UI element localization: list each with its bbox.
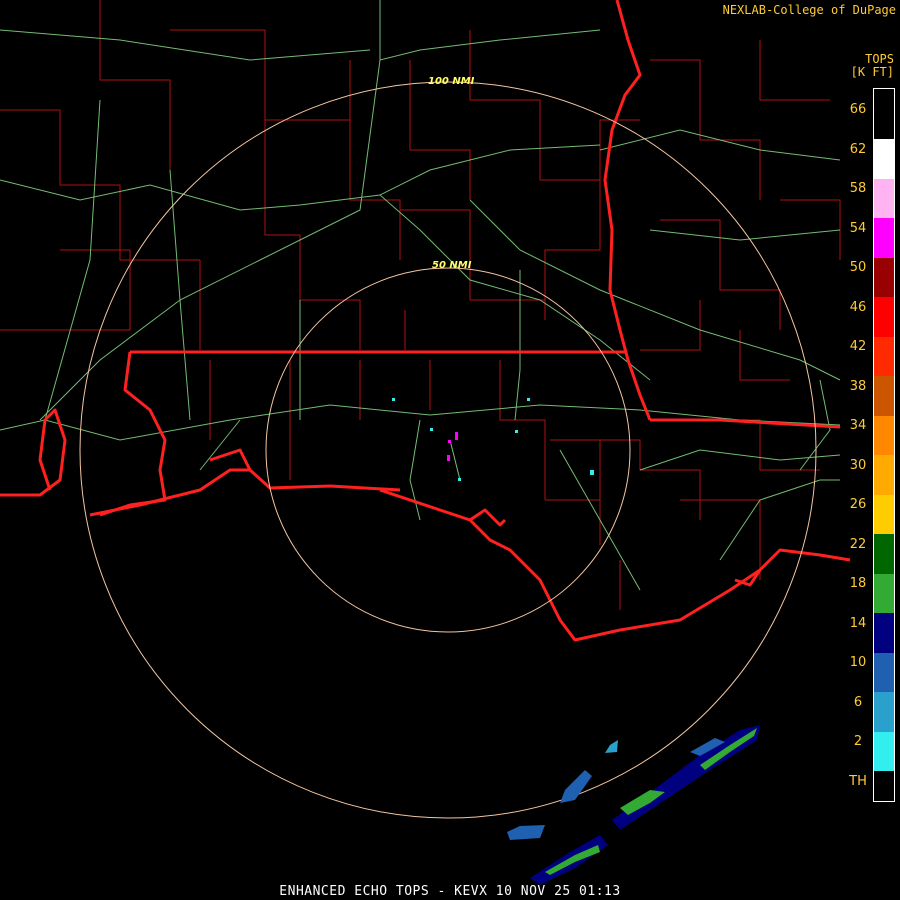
legend-label: 2 bbox=[853, 734, 863, 749]
legend-label: 50 bbox=[849, 260, 867, 275]
legend-color-bar bbox=[873, 88, 895, 802]
legend-swatch bbox=[874, 178, 894, 218]
legend-swatch bbox=[874, 257, 894, 297]
echo bbox=[455, 432, 458, 440]
legend-swatch bbox=[874, 573, 894, 613]
legend-swatch bbox=[874, 336, 894, 376]
legend-swatch bbox=[874, 455, 894, 495]
echo bbox=[448, 440, 451, 443]
legend-label: 62 bbox=[849, 141, 867, 157]
legend-label: 58 bbox=[849, 181, 867, 196]
legend-label: 54 bbox=[849, 220, 867, 236]
legend-swatch bbox=[874, 415, 894, 455]
legend-label: 66 bbox=[849, 102, 867, 117]
range-ring-100 bbox=[79, 81, 817, 819]
echo bbox=[515, 430, 518, 433]
radar-echoes bbox=[392, 398, 760, 885]
range-ring-50 bbox=[265, 267, 631, 633]
legend-label: 46 bbox=[849, 299, 867, 315]
legend-label: 38 bbox=[849, 378, 867, 394]
legend-label: 42 bbox=[849, 339, 867, 354]
legend-label: 22 bbox=[849, 536, 867, 552]
color-legend: 66 62 58 54 50 46 42 38 34 30 26 22 18 14 10 6 2 TH bbox=[843, 88, 895, 803]
echo bbox=[590, 470, 594, 475]
range-ring-label-50: 50 NMI bbox=[432, 260, 472, 271]
legend-swatch bbox=[874, 139, 894, 179]
legend-swatch bbox=[874, 692, 894, 732]
legend-label: 10 bbox=[849, 655, 867, 670]
echo bbox=[527, 398, 530, 401]
echo bbox=[447, 455, 450, 461]
legend-label: TH bbox=[849, 773, 867, 789]
legend-label: 6 bbox=[853, 694, 863, 710]
credit-label: NEXLAB-College of DuPage bbox=[722, 3, 896, 17]
range-rings bbox=[79, 81, 817, 819]
echo-band bbox=[560, 770, 592, 803]
echo-band bbox=[507, 825, 545, 840]
legend-units: [K FT] bbox=[850, 65, 894, 79]
echo bbox=[430, 428, 433, 431]
legend-swatch bbox=[874, 652, 894, 692]
legend-label: 18 bbox=[849, 576, 867, 591]
legend-swatch bbox=[874, 218, 894, 258]
range-ring-label-100: 100 NMI bbox=[428, 76, 475, 87]
echo bbox=[458, 478, 461, 481]
legend-swatch bbox=[874, 376, 894, 416]
legend-label: 14 bbox=[849, 615, 867, 631]
state-lines bbox=[0, 0, 851, 642]
echo-band bbox=[545, 845, 600, 875]
highways bbox=[0, 0, 841, 591]
legend-label: 34 bbox=[849, 418, 867, 433]
product-caption: ENHANCED ECHO TOPS - KEVX 10 NOV 25 01:1… bbox=[279, 884, 621, 899]
legend-label: 30 bbox=[849, 457, 867, 473]
legend-label: 26 bbox=[849, 497, 867, 512]
legend-swatch bbox=[874, 613, 894, 653]
legend-swatch bbox=[874, 494, 894, 534]
legend-swatch bbox=[874, 297, 894, 337]
echo bbox=[392, 398, 395, 401]
radar-map: 50 NMI 100 NMI bbox=[0, 0, 851, 885]
legend-title: TOPS [K FT] bbox=[851, 53, 894, 79]
legend-swatch bbox=[874, 534, 894, 574]
legend-swatch bbox=[874, 731, 894, 771]
echo-band bbox=[605, 740, 618, 753]
